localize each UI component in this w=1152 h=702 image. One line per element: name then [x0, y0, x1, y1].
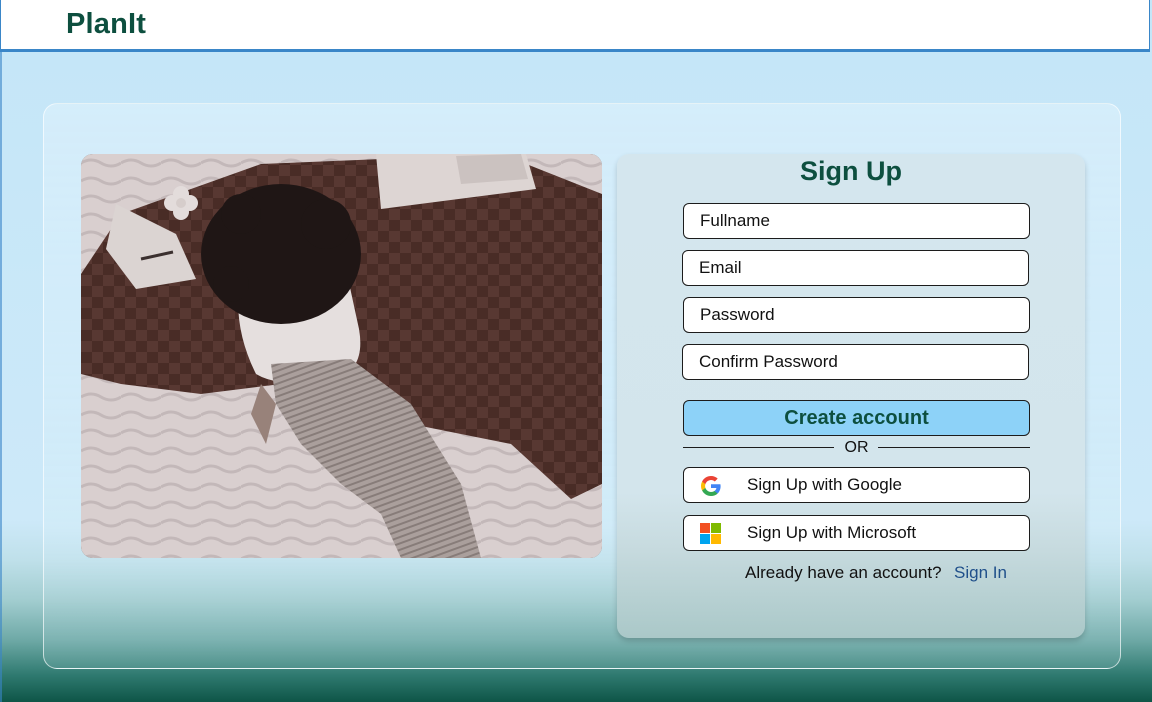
divider-line-right — [878, 447, 1030, 448]
email-field[interactable] — [682, 250, 1029, 286]
google-button-label: Sign Up with Google — [747, 475, 902, 494]
top-bar: PlanIt — [0, 0, 1150, 52]
or-divider: OR — [683, 438, 1030, 458]
or-label: OR — [844, 439, 869, 456]
create-account-button[interactable]: Create account — [683, 400, 1030, 436]
fullname-field[interactable] — [683, 203, 1030, 239]
form-title: Sign Up — [800, 156, 902, 186]
password-field[interactable] — [683, 297, 1030, 333]
microsoft-icon — [700, 523, 722, 545]
sign-in-link[interactable]: Sign In — [954, 563, 1007, 583]
google-signup-button[interactable]: Sign Up with Google — [683, 467, 1030, 503]
confirm-password-field[interactable] — [682, 344, 1029, 380]
brand-logo-text[interactable]: PlanIt — [66, 8, 146, 41]
hero-photo — [81, 154, 602, 558]
microsoft-signup-button[interactable]: Sign Up with Microsoft — [683, 515, 1030, 551]
account-prompt-text: Already have an account? — [745, 563, 942, 582]
window-edge — [0, 52, 2, 702]
google-icon — [700, 475, 722, 497]
signup-form: Sign Up Create account OR Sign Up with G… — [617, 154, 1085, 638]
signin-prompt: Already have an account? Sign In — [617, 563, 1085, 585]
microsoft-button-label: Sign Up with Microsoft — [747, 523, 917, 542]
